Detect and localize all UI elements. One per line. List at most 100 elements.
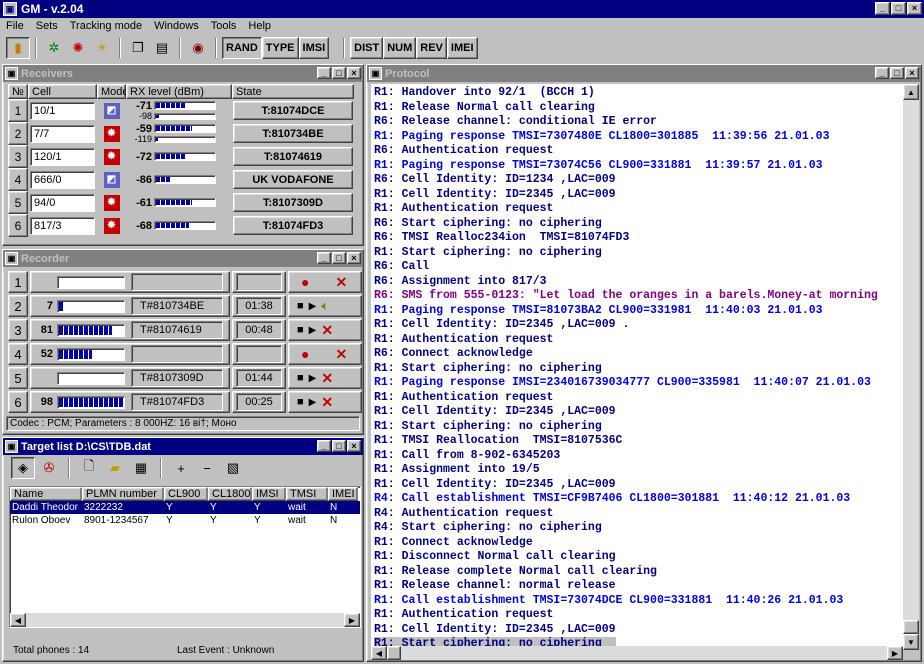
menu-tools[interactable]: Tools [205, 20, 243, 32]
document-icon[interactable]: ▤ [150, 37, 174, 59]
menu-bar: File Sets Tracking mode Windows Tools He… [0, 18, 924, 33]
cell-input[interactable]: 94/0 [30, 193, 95, 212]
scan-icon[interactable]: ✺ [66, 37, 90, 59]
close-button[interactable]: × [347, 67, 361, 79]
rand-button[interactable]: RAND [222, 37, 262, 59]
num-button[interactable]: NUM [383, 37, 417, 59]
vertical-scrollbar[interactable]: ▲ ▼ [903, 84, 919, 650]
maximize-button[interactable]: □ [332, 252, 346, 264]
mute-icon[interactable]: ✕ [335, 346, 347, 363]
play-icon[interactable]: ▶ [309, 325, 317, 336]
cell-input[interactable]: 120/1 [30, 147, 95, 166]
table-row[interactable]: Rulon Oboev 8901-1234567 Y Y Ywait N [10, 514, 360, 527]
stop-icon[interactable]: ■ [297, 300, 304, 312]
exit-door-icon[interactable]: ▮ [6, 37, 30, 59]
record-icon[interactable]: ● [301, 346, 309, 362]
minimize-button[interactable]: _ [317, 252, 331, 264]
play-icon[interactable]: ▶ [309, 397, 317, 408]
dist-button[interactable]: DIST [350, 37, 384, 59]
active-mode-icon[interactable]: ✹ [103, 194, 120, 211]
menu-tracking-mode[interactable]: Tracking mode [64, 20, 148, 32]
maximize-button[interactable]: □ [891, 2, 906, 15]
save-disk-icon[interactable]: ▦ [129, 457, 153, 479]
scroll-left-arrow-icon[interactable]: ◀ [10, 613, 26, 627]
minimize-button[interactable]: _ [875, 67, 889, 79]
record-icon[interactable]: ● [301, 274, 309, 290]
cell-input[interactable]: 817/3 [30, 216, 95, 235]
menu-windows[interactable]: Windows [148, 20, 205, 32]
idle-mode-icon[interactable]: ◩ [103, 102, 120, 119]
protocol-log[interactable]: R1: Handover into 92/1 (BCCH 1) R1: Relea… [371, 84, 907, 646]
menu-help[interactable]: Help [242, 20, 277, 32]
receiver-number: 1 [8, 99, 28, 122]
horizontal-scrollbar[interactable]: ◀ ▶ [10, 613, 360, 627]
type-button[interactable]: TYPE [261, 37, 299, 59]
scroll-right-arrow-icon[interactable]: ▶ [887, 646, 903, 660]
new-file-icon[interactable]: 🗋 [77, 457, 101, 479]
menu-file[interactable]: File [0, 20, 30, 32]
maximize-button[interactable]: □ [332, 67, 346, 79]
network-icon[interactable]: ✲ [42, 37, 66, 59]
idle-mode-icon[interactable]: ◩ [103, 171, 120, 188]
scroll-left-arrow-icon[interactable]: ◀ [371, 646, 387, 660]
scroll-right-arrow-icon[interactable]: ▶ [344, 613, 360, 627]
edit-list-icon[interactable]: ▧ [221, 457, 245, 479]
open-folder-icon[interactable]: ▰ [103, 457, 127, 479]
speaker-icon[interactable]: 🔈︎ [321, 298, 329, 314]
col-imsi[interactable]: IMSI [252, 487, 286, 501]
col-cell[interactable]: Cell [28, 84, 97, 99]
mute-icon[interactable]: ✕ [321, 322, 333, 339]
col-rx-level[interactable]: RX level (dBm) [126, 84, 232, 99]
minimize-button[interactable]: _ [875, 2, 890, 15]
recorder-count: 7 [46, 300, 53, 312]
close-button[interactable]: × [347, 252, 361, 264]
col-name[interactable]: Name [10, 487, 82, 501]
horizontal-scrollbar[interactable]: ◀ ▶ [371, 646, 903, 660]
remove-icon[interactable]: − [195, 457, 219, 479]
stop-icon[interactable]: ■ [297, 372, 304, 384]
sun-icon[interactable]: ☀ [90, 37, 114, 59]
minimize-button[interactable]: _ [317, 440, 331, 452]
mute-icon[interactable]: ✕ [335, 274, 347, 291]
copy-document-icon[interactable]: ❐ [126, 37, 150, 59]
cell-input[interactable]: 7/7 [30, 124, 95, 143]
col-cl900[interactable]: CL900 [164, 487, 208, 501]
scroll-down-arrow-icon[interactable]: ▼ [903, 634, 919, 650]
table-row[interactable]: Daddi Theodor 3222232 Y Y Ywait N [10, 501, 360, 514]
stop-icon[interactable]: ■ [297, 396, 304, 408]
mute-icon[interactable]: ✕ [321, 394, 333, 411]
record-disc-icon[interactable]: ◉ [186, 37, 210, 59]
imsi-button[interactable]: IMSI [298, 37, 330, 59]
close-button[interactable]: × [347, 440, 361, 452]
mute-icon[interactable]: ✕ [321, 370, 333, 387]
active-mode-icon[interactable]: ✹ [103, 125, 120, 142]
active-mode-icon[interactable]: ✹ [103, 217, 120, 234]
col-imei[interactable]: IMEI [328, 487, 358, 501]
add-icon[interactable]: + [169, 457, 193, 479]
menu-sets[interactable]: Sets [30, 20, 64, 32]
col-tmsi[interactable]: TMSI [286, 487, 328, 501]
eraser-icon[interactable]: ◈ [11, 457, 35, 479]
col-plmn-number[interactable]: PLMN number [82, 487, 164, 501]
stop-icon[interactable]: ■ [297, 324, 304, 336]
close-button[interactable]: × [907, 2, 922, 15]
cell-input[interactable]: 10/1 [30, 101, 95, 120]
target-settings-icon[interactable]: ✇ [37, 457, 61, 479]
maximize-button[interactable]: □ [332, 440, 346, 452]
play-icon[interactable]: ▶ [309, 301, 317, 312]
scroll-thumb[interactable] [387, 646, 401, 660]
col-cl1800[interactable]: CL1800 [208, 487, 252, 501]
rev-button[interactable]: REV [416, 37, 447, 59]
play-icon[interactable]: ▶ [309, 373, 317, 384]
col-mode[interactable]: Mode [97, 84, 129, 99]
cell-input[interactable]: 666/0 [30, 170, 95, 189]
close-button[interactable]: × [905, 67, 919, 79]
active-mode-icon[interactable]: ✹ [103, 148, 120, 165]
minimize-button[interactable]: _ [317, 67, 331, 79]
scroll-up-arrow-icon[interactable]: ▲ [903, 84, 919, 100]
maximize-button[interactable]: □ [890, 67, 904, 79]
col-state[interactable]: State [232, 84, 354, 99]
col-number[interactable]: № [8, 84, 28, 99]
scroll-thumb[interactable] [903, 620, 919, 634]
imei-button[interactable]: IMEI [446, 37, 478, 59]
